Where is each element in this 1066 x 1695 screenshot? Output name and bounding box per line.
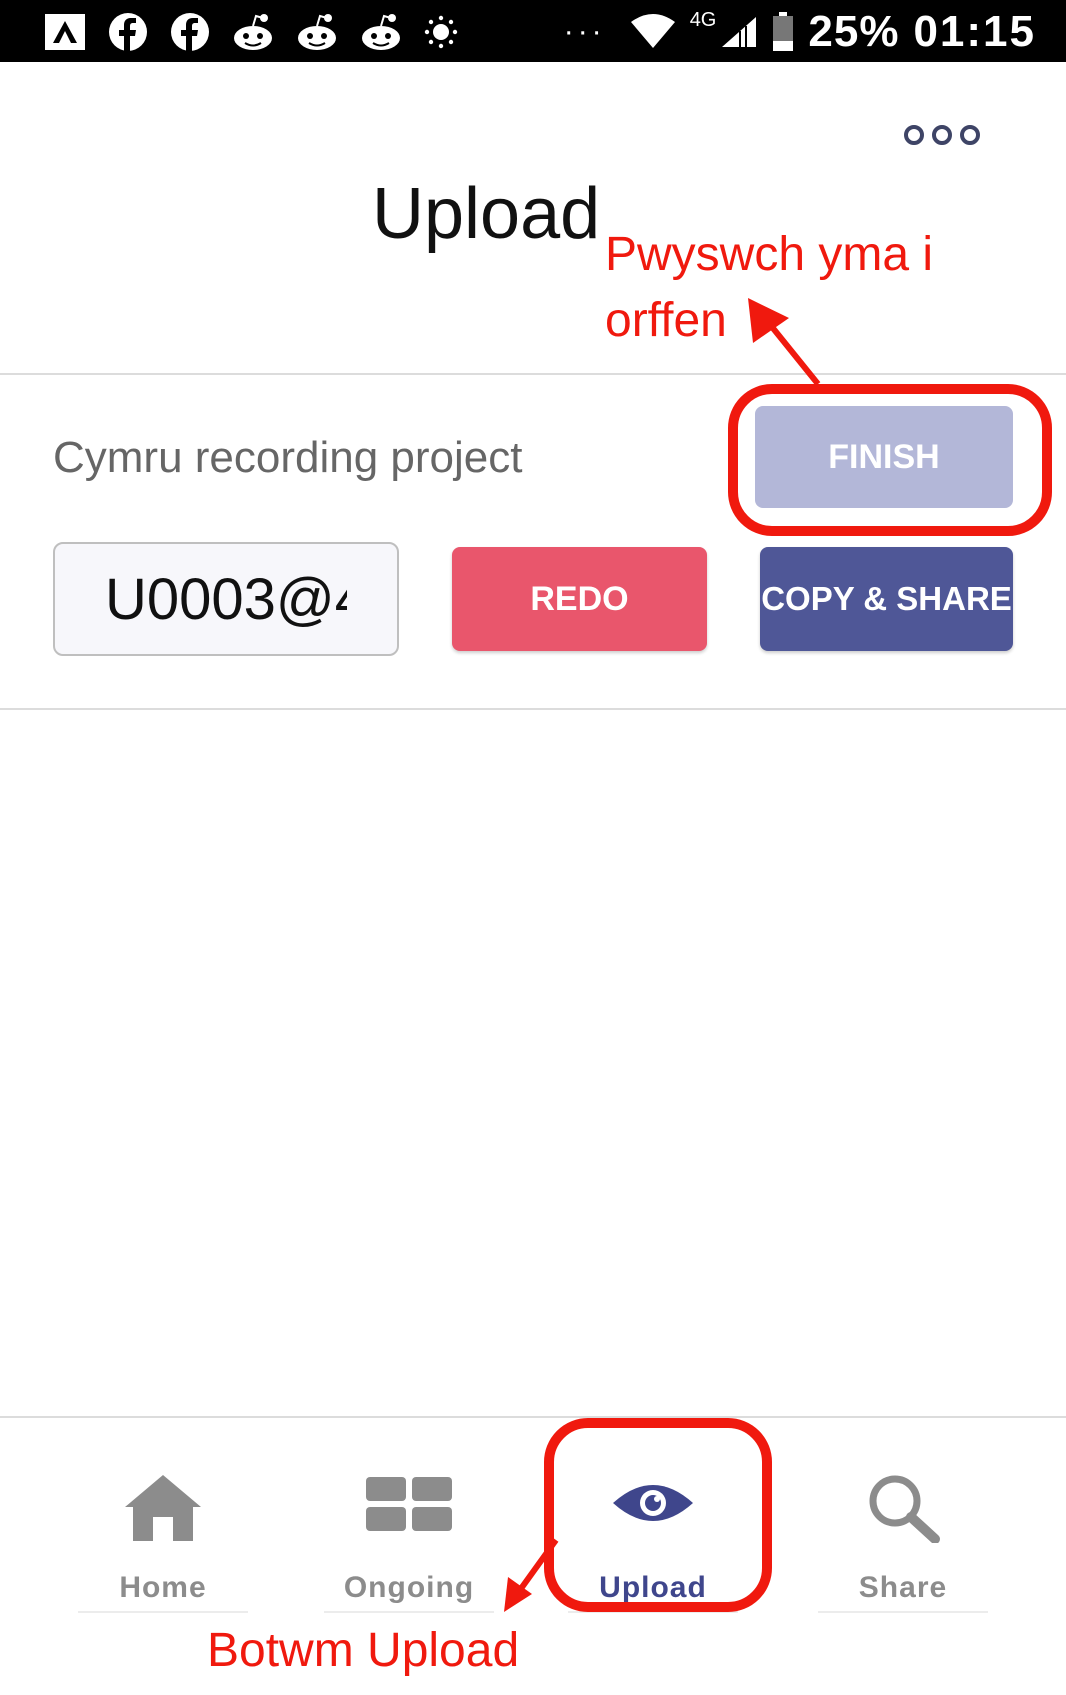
upload-arrow-line	[517, 1538, 559, 1592]
annotation-arrows	[504, 298, 821, 1612]
finish-arrow-line	[765, 320, 821, 386]
